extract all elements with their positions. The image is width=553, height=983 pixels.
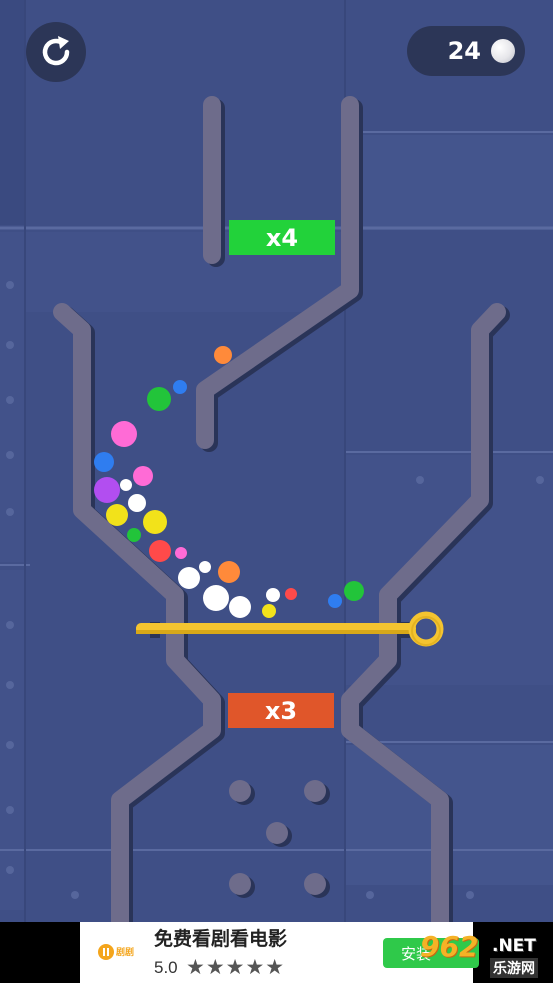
watermark-sub: 乐游网 [490, 958, 538, 978]
game-playfield: x4 x3 24 [0, 0, 553, 922]
restart-icon [42, 36, 70, 66]
multiplier-x3-gate: x3 [228, 693, 334, 728]
restart-button[interactable] [26, 22, 86, 82]
multiplier-x4-gate: x4 [229, 220, 335, 255]
multiplier-x3-label: x3 [264, 696, 298, 725]
watermark-number: 962 [420, 930, 479, 963]
ad-title: 免费看剧看电影 [154, 928, 288, 950]
ad-star-rating-icon: ★★★★★ [186, 956, 286, 979]
ad-logo-icon [98, 944, 114, 960]
site-watermark: 962 .NET 乐游网 [414, 930, 550, 980]
white-ball-icon [491, 39, 515, 63]
ad-logo-text: 剧剧 [116, 946, 135, 957]
multiplier-x4-label: x4 [265, 223, 299, 252]
ad-rating: 5.0 [154, 958, 178, 977]
ball-count: 24 [447, 37, 481, 65]
ball-counter: 24 [407, 26, 525, 76]
watermark-net: .NET [492, 936, 536, 956]
game-board [0, 0, 553, 922]
ad-logo: 剧剧 [98, 938, 140, 966]
